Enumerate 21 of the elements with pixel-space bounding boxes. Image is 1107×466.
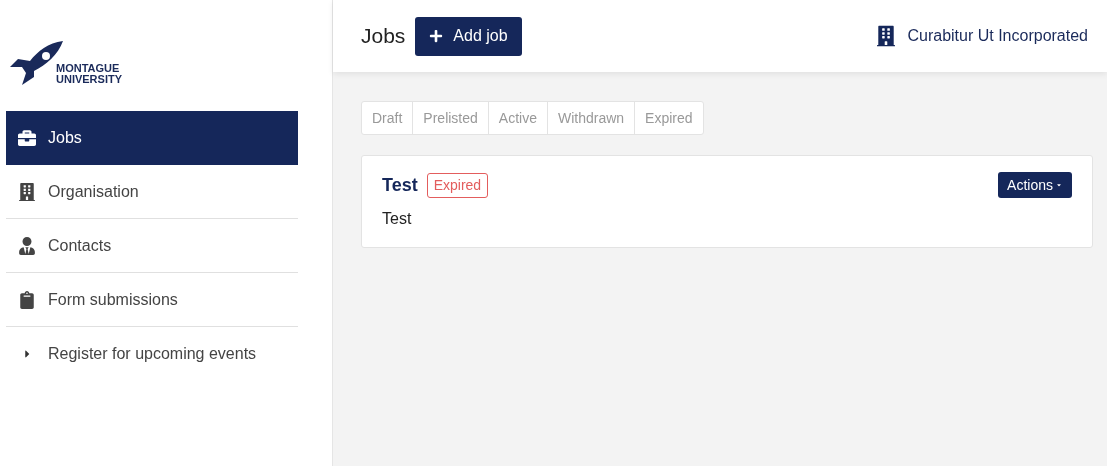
- sidebar-item[interactable]: Organisation: [6, 165, 298, 219]
- add-job-button[interactable]: Add job: [415, 16, 522, 56]
- caret-icon: [23, 348, 31, 360]
- actions-button[interactable]: Actions: [998, 172, 1072, 198]
- job-description: Test: [382, 209, 413, 229]
- plus-icon: [429, 29, 444, 43]
- sidebar-item[interactable]: Contacts: [6, 219, 298, 273]
- job-title[interactable]: Test: [382, 172, 418, 199]
- caret-icon: [1055, 182, 1063, 188]
- building-icon: [877, 25, 896, 47]
- sidebar-item[interactable]: Form submissions: [6, 273, 298, 327]
- person-icon: [18, 236, 36, 255]
- status-label: Expired: [426, 173, 489, 198]
- sidebar-item[interactable]: Register for upcoming events: [6, 327, 298, 381]
- briefcase-icon: [18, 129, 36, 147]
- sidebar-item[interactable]: Jobs: [6, 111, 298, 165]
- organisation-name: Curabitur Ut Incorporated: [907, 26, 1088, 46]
- building-icon: [18, 182, 36, 201]
- logo-text: MONTAGUE UNIVERSITY: [56, 63, 122, 85]
- page-title: Jobs: [361, 23, 406, 50]
- clipboard-icon: [18, 290, 36, 309]
